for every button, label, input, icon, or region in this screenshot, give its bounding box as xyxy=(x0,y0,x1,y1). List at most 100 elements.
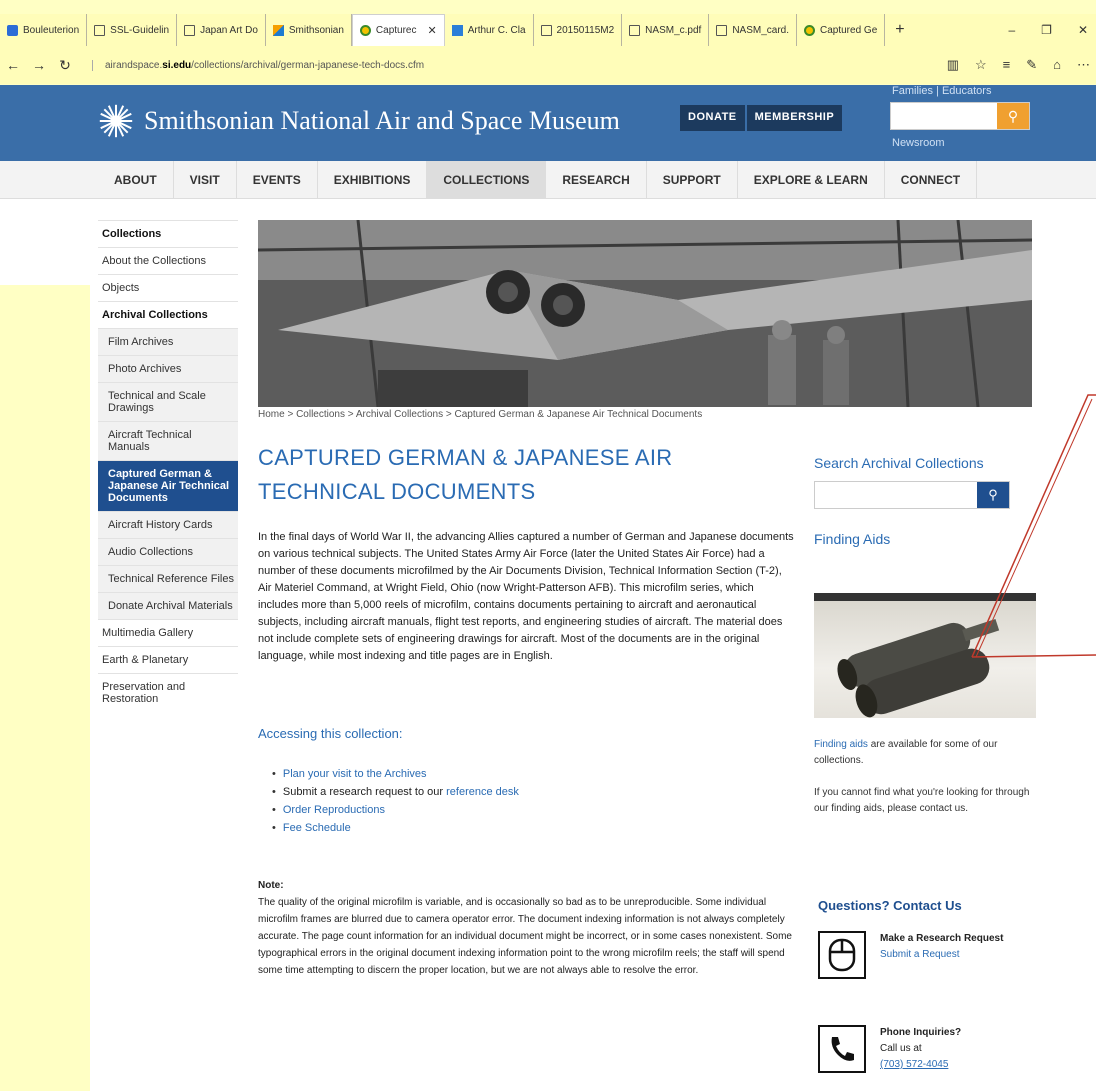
nav-item[interactable]: SUPPORT xyxy=(647,161,738,198)
site-logo[interactable]: Smithsonian National Air and Space Museu… xyxy=(98,103,620,139)
page-background-strip xyxy=(0,285,90,1091)
intro-paragraph: In the final days of World War II, the a… xyxy=(258,531,794,662)
tab-favicon-icon xyxy=(540,24,552,36)
educators-link[interactable]: Educators xyxy=(942,85,992,97)
fee-schedule-link[interactable]: Fee Schedule xyxy=(283,822,351,834)
aircraft-photo-icon xyxy=(258,220,1032,407)
close-window-icon[interactable]: ✕ xyxy=(1078,23,1088,37)
sidebar-item[interactable]: Objects xyxy=(98,274,238,301)
nav-item[interactable]: EVENTS xyxy=(237,161,318,198)
nav-item[interactable]: COLLECTIONS xyxy=(427,161,547,198)
browser-address-bar: ← → ↻ airandspace.si.edu/collections/arc… xyxy=(0,46,1096,84)
page-title: CAPTURED GERMAN & JAPANESE AIR TECHNICAL… xyxy=(258,445,673,504)
sidebar-item[interactable]: About the Collections xyxy=(98,247,238,274)
webpage: Smithsonian National Air and Space Museu… xyxy=(0,85,1096,1091)
finding-aids-link[interactable]: Finding aids xyxy=(814,739,868,750)
sidebar-item[interactable]: Captured German & Japanese Air Technical… xyxy=(98,460,238,511)
tab-label: Smithsonian xyxy=(288,24,344,36)
donate-button[interactable]: DONATE xyxy=(680,105,745,131)
tab-favicon-icon xyxy=(451,24,463,36)
tab-favicon-icon xyxy=(804,24,815,36)
sidebar-item[interactable]: Film Archives xyxy=(98,328,238,355)
tab-favicon-icon xyxy=(7,24,18,36)
minimize-icon[interactable]: – xyxy=(1008,23,1015,37)
sidebar-item[interactable]: Aircraft Technical Manuals xyxy=(98,421,238,460)
web-note-icon[interactable]: ✎ xyxy=(1026,57,1037,73)
list-item: Fee Schedule xyxy=(272,819,519,837)
browser-tab[interactable]: 20150115M2 xyxy=(534,14,623,46)
collections-sidebar: Collections About the Collections Objects A… xyxy=(98,220,238,712)
questions-heading: Questions? Contact Us xyxy=(818,898,962,913)
breadcrumb[interactable]: Home > Collections > Archival Collection… xyxy=(258,409,702,420)
sunburst-icon xyxy=(99,104,133,138)
sidebar-item[interactable]: Photo Archives xyxy=(98,355,238,382)
contact-text: If you cannot find what you're looking f… xyxy=(814,787,1030,814)
back-icon[interactable]: ← xyxy=(0,57,26,73)
note-heading: Note: xyxy=(258,880,284,891)
nav-item[interactable]: ABOUT xyxy=(98,161,174,198)
browser-tab[interactable]: Arthur C. Cla xyxy=(445,14,534,46)
refresh-icon[interactable]: ↻ xyxy=(52,57,78,74)
browser-tab[interactable]: Capturec ✕ xyxy=(351,14,445,46)
audience-links: Families | Educators xyxy=(892,85,992,97)
main-nav: ABOUT VISIT EVENTS EXHIBITIONS COLLECTIONS RE… xyxy=(0,161,1096,199)
nav-item[interactable]: VISIT xyxy=(174,161,237,198)
tab-favicon-icon xyxy=(629,24,641,36)
sidebar-item[interactable]: Collections xyxy=(98,220,238,247)
close-tab-icon[interactable]: ✕ xyxy=(428,24,437,37)
sidebar-item[interactable]: Technical Reference Files xyxy=(98,565,238,592)
sidebar-item[interactable]: Aircraft History Cards xyxy=(98,511,238,538)
newsroom-link[interactable]: Newsroom xyxy=(892,137,945,149)
browser-tab[interactable]: SSL-Guidelin xyxy=(87,14,178,46)
reading-view-icon[interactable]: ▥ xyxy=(947,57,959,73)
tab-favicon-icon xyxy=(359,25,371,36)
site-name: Smithsonian National Air and Space Museu… xyxy=(144,106,620,135)
phone-icon xyxy=(818,1025,866,1073)
submit-request-link[interactable]: Submit a Request xyxy=(880,949,960,960)
phone-number-link[interactable]: (703) 572-4045 xyxy=(880,1059,948,1070)
phone-call-text: Call us at xyxy=(880,1043,922,1054)
browser-tab[interactable]: Smithsonian xyxy=(266,14,352,46)
sidebar-item[interactable]: Earth & Planetary xyxy=(98,646,238,673)
accessing-heading: Accessing this collection: xyxy=(258,726,403,741)
browser-tab[interactable]: Captured Ge xyxy=(797,14,886,46)
plan-visit-link[interactable]: Plan your visit to the Archives xyxy=(283,768,427,780)
browser-tab[interactable]: NASM_c.pdf xyxy=(622,14,710,46)
reference-desk-link[interactable]: reference desk xyxy=(446,786,519,798)
sidebar-item[interactable]: Technical and Scale Drawings xyxy=(98,382,238,421)
browser-tab[interactable]: Bouleuterion xyxy=(0,14,88,46)
annotation-callout-arrow xyxy=(971,394,1096,658)
restore-icon[interactable]: ❐ xyxy=(1041,23,1052,37)
tab-favicon-icon xyxy=(272,24,284,36)
sidebar-item[interactable]: Archival Collections xyxy=(98,301,238,328)
note-text: The quality of the original microfilm is… xyxy=(258,897,792,976)
sidebar-item[interactable]: Preservation and Restoration xyxy=(98,673,238,712)
search-icon[interactable]: ⚲ xyxy=(997,103,1029,129)
sidebar-item[interactable]: Multimedia Gallery xyxy=(98,619,238,646)
tab-favicon-icon xyxy=(94,24,106,36)
sidebar-item[interactable]: Donate Archival Materials xyxy=(98,592,238,619)
nav-item[interactable]: CONNECT xyxy=(885,161,978,198)
list-item: Plan your visit to the Archives xyxy=(272,765,519,783)
url-field[interactable]: airandspace.si.edu/collections/archival/… xyxy=(92,59,424,71)
nav-item[interactable]: EXHIBITIONS xyxy=(318,161,428,198)
nav-item[interactable]: RESEARCH xyxy=(546,161,647,198)
favorite-star-icon[interactable]: ☆ xyxy=(975,57,987,73)
share-icon[interactable]: ⌂ xyxy=(1053,57,1061,73)
more-icon[interactable]: ⋯ xyxy=(1077,57,1090,73)
hub-icon[interactable]: ≡ xyxy=(1003,57,1011,73)
tab-label: SSL-Guidelin xyxy=(110,24,170,36)
forward-icon[interactable]: → xyxy=(26,57,52,73)
membership-button[interactable]: MEMBERSHIP xyxy=(746,105,843,131)
nav-item[interactable]: EXPLORE & LEARN xyxy=(738,161,885,198)
order-reproductions-link[interactable]: Order Reproductions xyxy=(283,804,385,816)
new-tab-icon[interactable]: + xyxy=(885,14,914,46)
families-link[interactable]: Families xyxy=(892,85,933,97)
site-search-input[interactable]: ⚲ xyxy=(890,102,1030,130)
list-item: Order Reproductions xyxy=(272,801,519,819)
sidebar-item[interactable]: Audio Collections xyxy=(98,538,238,565)
site-header: Smithsonian National Air and Space Museu… xyxy=(0,85,1096,161)
phone-block: Phone Inquiries? Call us at (703) 572-40… xyxy=(818,1025,1038,1073)
browser-tab[interactable]: NASM_card. xyxy=(709,14,797,46)
browser-tab[interactable]: Japan Art Do xyxy=(177,14,266,46)
